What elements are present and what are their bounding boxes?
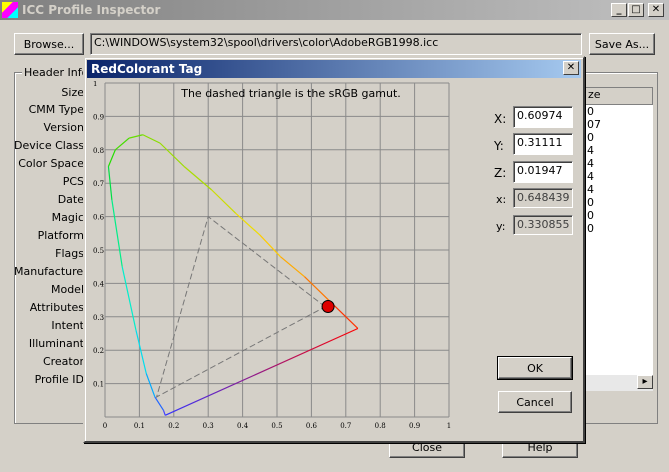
list-item[interactable]: 4 [587, 183, 594, 196]
app-icon [2, 2, 18, 18]
dialog-title: RedColorant Tag [91, 62, 203, 76]
y-label: Y: [494, 139, 504, 153]
y-tick-label: 0.1 [93, 381, 104, 389]
list-item[interactable]: 0 [587, 105, 594, 118]
spectral-locus-segment [304, 276, 330, 301]
header-field-label: Flags [55, 247, 84, 260]
x-tick-label: 0.9 [409, 422, 420, 430]
list-item[interactable]: 4 [587, 170, 594, 183]
spectral-locus-segment [159, 142, 185, 167]
header-field-label: Color Space [18, 157, 84, 170]
cy-value-field: 0.330855 [513, 215, 573, 235]
close-window-button[interactable]: ✕ [648, 3, 664, 17]
header-field-label: Illuminant [28, 337, 84, 350]
red-colorant-point [321, 299, 335, 313]
list-item[interactable]: 4 [587, 157, 594, 170]
dialog-titlebar: RedColorant Tag ✕ [87, 60, 581, 78]
spectral-locus-segment [135, 330, 147, 374]
x-tick-label: 0 [103, 422, 107, 430]
x-tick-label: 1 [447, 422, 451, 430]
z-label: Z: [494, 166, 507, 180]
maximize-button[interactable]: □ [628, 3, 644, 17]
ok-button[interactable]: OK [497, 356, 573, 380]
header-field-label: Model [50, 283, 84, 296]
y-tick-label: 1 [93, 81, 97, 88]
list-item[interactable]: 0 [587, 196, 594, 209]
spectral-locus-segment [111, 199, 123, 267]
y-tick-label: 0.5 [93, 247, 104, 255]
dialog-close-icon[interactable]: ✕ [563, 61, 579, 75]
list-item[interactable]: 0 [587, 209, 594, 222]
list-item[interactable]: 0 [587, 131, 594, 144]
main-titlebar: ICC Profile Inspector _ □ ✕ [0, 0, 669, 20]
srgb-gamut-triangle [155, 215, 327, 398]
spectral-locus-segment [114, 137, 130, 151]
scroll-right-arrow-icon[interactable]: ▸ [637, 375, 653, 389]
header-field-label: Version [43, 121, 84, 134]
header-field-label: Manufacturer [14, 265, 88, 278]
y-tick-label: 0.3 [93, 314, 104, 322]
window-title: ICC Profile Inspector [22, 3, 161, 17]
chromaticity-plot: 0 0.1 0.2 0.3 0.4 0.5 0.6 0.7 0.8 0.9 1 0.1 0.2 0.3 0.… [91, 80, 454, 430]
minimize-button[interactable]: _ [611, 3, 627, 17]
cy-label: y: [496, 220, 506, 233]
x-tick-label: 0.5 [271, 422, 282, 430]
browse-button[interactable]: Browse... [14, 33, 84, 55]
header-field-label: PCS [62, 175, 84, 188]
header-field-label: Intent [51, 319, 84, 332]
y-tick-label: 0.9 [93, 113, 104, 121]
cx-value-field: 0.648439 [513, 188, 573, 208]
y-tick-label: 0.6 [93, 214, 105, 222]
header-field-label: Attributes [29, 301, 84, 314]
x-value-field[interactable]: 0.60974 [513, 106, 573, 128]
y-tick-label: 0.4 [93, 280, 105, 288]
file-path-field[interactable]: C:\WINDOWS\system32\spool\drivers\color\… [90, 33, 582, 55]
purple-line [164, 327, 359, 416]
spectral-locus-segment [121, 266, 137, 331]
header-field-label: Profile ID [34, 373, 84, 386]
spectral-locus-segment [142, 134, 161, 144]
header-field-label: CMM Type [28, 103, 84, 116]
spectral-locus-segment [162, 410, 166, 416]
spectral-locus-segment [280, 256, 305, 278]
x-tick-label: 0.3 [203, 422, 214, 430]
x-tick-label: 0.8 [375, 422, 386, 430]
x-tick-label: 0.7 [340, 422, 351, 430]
cancel-button[interactable]: Cancel [498, 391, 572, 413]
header-field-label: Date [57, 193, 84, 206]
field-value-list[interactable]: 0 07 0 4 4 4 4 0 0 0 [585, 105, 653, 375]
spectral-locus-segment [145, 373, 156, 398]
y-tick-label: 0.7 [93, 180, 104, 188]
chromaticity-svg: 0 0.1 0.2 0.3 0.4 0.5 0.6 0.7 0.8 0.9 1 0.1 0.2 0.3 0.… [93, 80, 451, 430]
spectral-locus-segment [211, 189, 237, 214]
z-value-field[interactable]: 0.01947 [513, 161, 573, 183]
x-tick-label: 0.6 [306, 422, 318, 430]
x-tick-label: 0.1 [134, 422, 145, 430]
y-value-field[interactable]: 0.31111 [513, 133, 573, 155]
spectral-locus-segment [107, 149, 116, 167]
spectral-locus-segment [183, 166, 213, 191]
horizontal-scrollbar[interactable]: ▸ [585, 375, 653, 391]
x-label: X: [494, 112, 507, 126]
x-tick-label: 0.2 [168, 422, 179, 430]
list-item[interactable]: 0 [587, 222, 594, 235]
cx-label: x: [496, 193, 507, 206]
spectral-locus-segment [128, 134, 143, 139]
y-tick-label: 0.2 [93, 347, 104, 355]
redcolorant-dialog: RedColorant Tag ✕ 0 0.1 0.2 0.3 0.4 0.5 0.6 0.7… [83, 56, 585, 443]
save-as-button[interactable]: Save As... [589, 33, 655, 55]
gamut-note: The dashed triangle is the sRGB gamut. [181, 87, 401, 100]
header-field-label: Platform [37, 229, 84, 242]
list-item[interactable]: 4 [587, 144, 594, 157]
spectral-locus-segment [154, 396, 164, 411]
header-field-label: Device Class [14, 139, 85, 152]
header-field-label: Creator [42, 355, 84, 368]
header-field-label: Magic [51, 211, 84, 224]
y-tick-label: 0.8 [93, 147, 104, 155]
list-column-header[interactable]: ze [585, 87, 653, 105]
header-field-label: Size [61, 86, 84, 99]
list-item[interactable]: 07 [587, 118, 601, 131]
x-tick-label: 0.4 [237, 422, 249, 430]
